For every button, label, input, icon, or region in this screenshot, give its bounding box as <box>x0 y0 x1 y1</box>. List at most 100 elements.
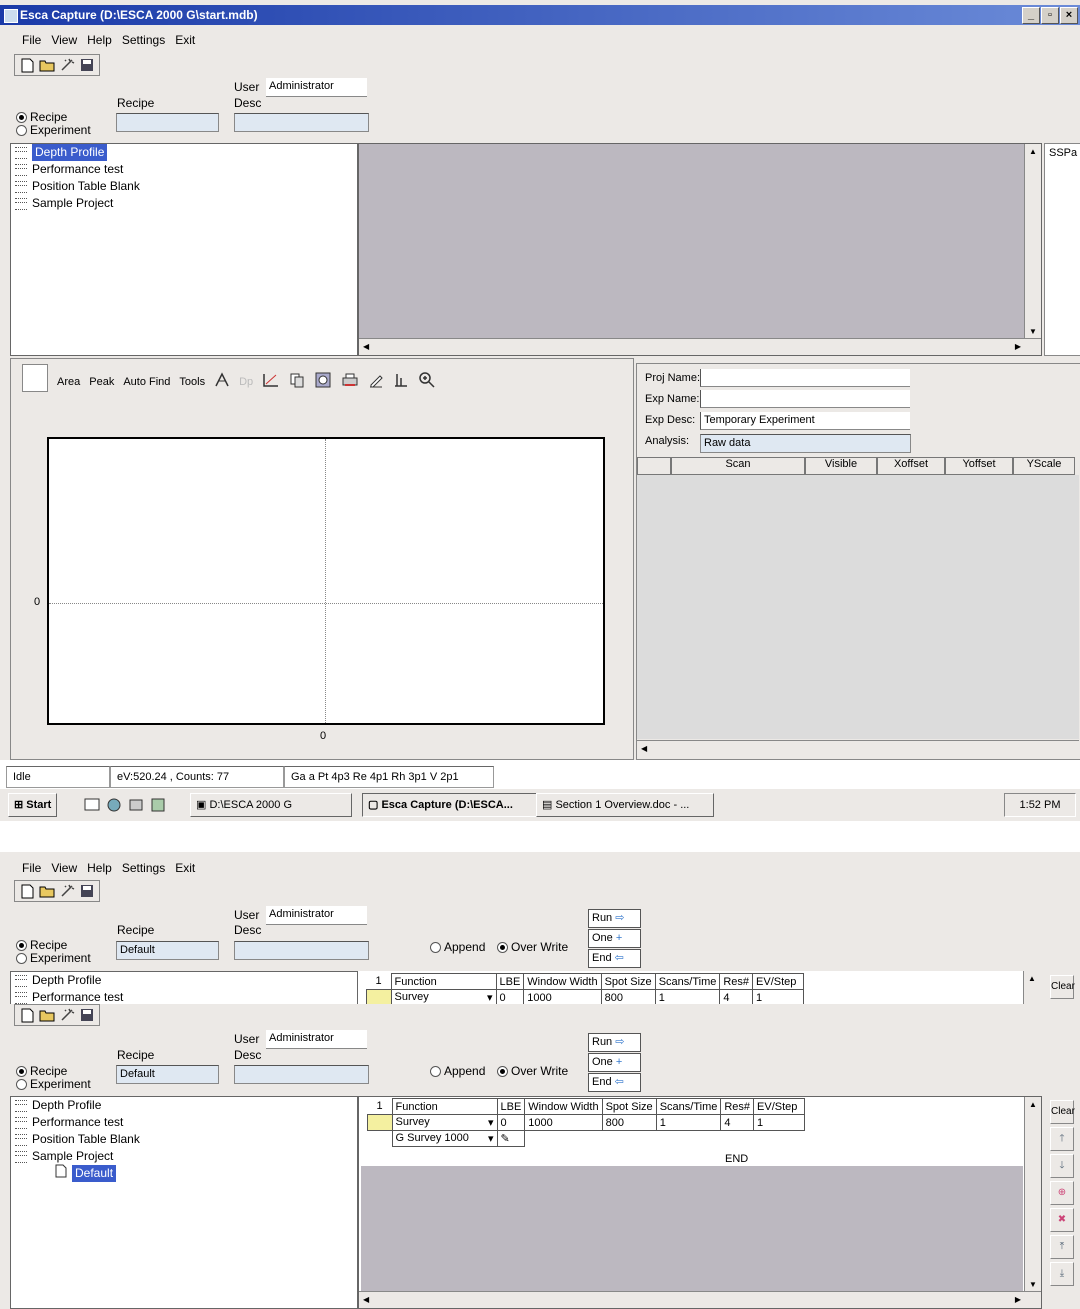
recipe-field[interactable] <box>116 113 219 132</box>
radio-append[interactable]: Append <box>430 1064 485 1078</box>
peak-label-icon[interactable] <box>214 372 230 391</box>
radio-experiment[interactable]: Experiment <box>16 1077 91 1091</box>
cell-lbe[interactable]: 0 <box>496 1114 526 1131</box>
cell-function[interactable]: Survey ▾ <box>391 1114 498 1131</box>
save-icon[interactable] <box>79 883 95 899</box>
menu-view[interactable]: View <box>51 33 77 47</box>
taskbar-item-doc[interactable]: ▤ Section 1 Overview.doc - ... <box>536 793 714 817</box>
tools-button[interactable]: Tools <box>179 376 205 388</box>
close-button[interactable]: × <box>1060 7 1078 24</box>
desc-field[interactable] <box>234 1065 369 1084</box>
grid-vscroll[interactable]: ▲ ▼ <box>1024 1097 1041 1292</box>
copy-icon[interactable] <box>289 372 305 391</box>
menu-exit[interactable]: Exit <box>175 33 195 47</box>
scroll-left-icon[interactable]: ◀ <box>363 1295 369 1304</box>
edit-icon[interactable] <box>368 372 384 391</box>
scroll-left-icon[interactable]: ◀ <box>641 744 647 753</box>
menu-file[interactable]: File <box>22 33 41 47</box>
disabled-tool-icon[interactable]: Dp <box>239 376 253 388</box>
plot-selector-box[interactable] <box>22 364 48 392</box>
recipe-field[interactable]: Default <box>116 1065 219 1084</box>
tree-item-depth-profile[interactable]: Depth Profile <box>11 1097 357 1114</box>
taskbar-item-esca[interactable]: ▢ Esca Capture (D:\ESCA... <box>362 793 542 817</box>
end-button[interactable]: End ⇦ <box>588 1073 641 1092</box>
col-yoffset[interactable]: Yoffset <box>945 457 1013 475</box>
desc-field[interactable] <box>234 941 369 960</box>
cell-ev-step[interactable]: 1 <box>753 1114 806 1131</box>
maximize-button[interactable]: ▫ <box>1041 7 1059 24</box>
settings-wand-icon[interactable] <box>59 1007 75 1023</box>
menu-settings[interactable]: Settings <box>122 33 165 47</box>
dropdown-arrow-icon[interactable]: ▾ <box>488 1132 494 1145</box>
zoom-in-icon[interactable] <box>418 371 436 392</box>
scroll-up-icon[interactable]: ▲ <box>1029 1100 1037 1109</box>
run-button[interactable]: Run ⇨ <box>588 1033 641 1052</box>
radio-overwrite[interactable]: Over Write <box>497 1064 568 1078</box>
menu-exit[interactable]: Exit <box>175 861 195 875</box>
user-field[interactable]: Administrator <box>266 1030 367 1049</box>
taskbar-item-folder[interactable]: ▣ D:\ESCA 2000 G <box>190 793 352 817</box>
axis-scale-icon[interactable] <box>262 372 280 391</box>
insert-row-button[interactable]: ⊕ <box>1050 1181 1074 1205</box>
move-down-button[interactable]: 🡓 <box>1050 1154 1074 1178</box>
exp-desc-field[interactable]: Temporary Experiment <box>700 412 910 430</box>
scroll-up-icon[interactable]: ▲ <box>1028 974 1036 983</box>
cell-spot-size[interactable]: 800 <box>601 1114 657 1131</box>
delete-row-button[interactable]: ✖ <box>1050 1208 1074 1232</box>
tree-item-depth-profile[interactable]: Depth Profile <box>11 144 357 161</box>
browser-icon[interactable] <box>106 797 122 816</box>
new-file-icon[interactable] <box>19 883 35 899</box>
radio-append[interactable]: Append <box>430 940 485 954</box>
dropdown-arrow-icon[interactable]: ▾ <box>488 1116 494 1129</box>
cell-scans-time[interactable]: 1 <box>655 1114 722 1131</box>
radio-overwrite[interactable]: Over Write <box>497 940 568 954</box>
media-icon[interactable] <box>128 797 144 816</box>
tree-item-performance-test[interactable]: Performance test <box>11 161 357 178</box>
scan-hscroll[interactable]: ◀ <box>637 740 1079 757</box>
cell-lbe[interactable]: ✎ <box>496 1130 526 1147</box>
proj-name-field[interactable] <box>700 369 910 387</box>
scroll-down-icon[interactable]: ▼ <box>1029 1280 1037 1289</box>
scroll-down-icon[interactable]: ▼ <box>1029 327 1037 336</box>
exp-name-field[interactable] <box>700 390 910 408</box>
one-button[interactable]: One + <box>588 929 641 948</box>
new-file-icon[interactable] <box>19 57 35 73</box>
clear-button[interactable]: Clear <box>1050 1100 1075 1124</box>
radio-experiment[interactable]: Experiment <box>16 123 91 137</box>
col-xoffset[interactable]: Xoffset <box>877 457 945 475</box>
menu-view[interactable]: View <box>51 861 77 875</box>
end-button[interactable]: End ⇦ <box>588 949 641 968</box>
one-button[interactable]: One + <box>588 1053 641 1072</box>
user-field[interactable]: Administrator <box>266 906 367 925</box>
scroll-right-icon[interactable]: ▶ <box>1015 1295 1021 1304</box>
radio-recipe[interactable]: Recipe <box>16 1064 67 1078</box>
recipe-field[interactable]: Default <box>116 941 219 960</box>
analysis-field[interactable]: Raw data <box>700 434 911 453</box>
desc-field[interactable] <box>234 113 369 132</box>
peak-button[interactable]: Peak <box>89 376 114 388</box>
save-icon[interactable] <box>79 57 95 73</box>
app-shortcut-icon[interactable] <box>150 797 166 816</box>
col-yscale[interactable]: YScale <box>1013 457 1075 475</box>
print-icon[interactable] <box>341 372 359 391</box>
cell-window-width[interactable]: 1000 <box>524 1114 603 1131</box>
desktop-icon[interactable] <box>84 797 100 816</box>
dropdown-arrow-icon[interactable]: ▾ <box>487 991 493 1004</box>
new-file-icon[interactable] <box>19 1007 35 1023</box>
radio-recipe[interactable]: Recipe <box>16 938 67 952</box>
user-field[interactable]: Administrator <box>266 78 367 97</box>
menu-help[interactable]: Help <box>87 33 112 47</box>
cell-function[interactable]: G Survey 1000 ▾ <box>391 1130 498 1147</box>
start-button[interactable]: ⊞ Start <box>8 793 58 817</box>
settings-wand-icon[interactable] <box>59 57 75 73</box>
col-visible[interactable]: Visible <box>805 457 877 475</box>
spectrum-plot[interactable] <box>47 437 605 725</box>
cell-res[interactable]: 4 <box>720 1114 755 1131</box>
menu-help[interactable]: Help <box>87 861 112 875</box>
radio-experiment[interactable]: Experiment <box>16 951 91 965</box>
clear-button[interactable]: Clear <box>1050 975 1075 999</box>
bar-marker-icon[interactable] <box>393 372 409 391</box>
save-icon[interactable] <box>79 1007 95 1023</box>
auto-find-button[interactable]: Auto Find <box>123 376 170 388</box>
radio-recipe[interactable]: Recipe <box>16 110 67 124</box>
